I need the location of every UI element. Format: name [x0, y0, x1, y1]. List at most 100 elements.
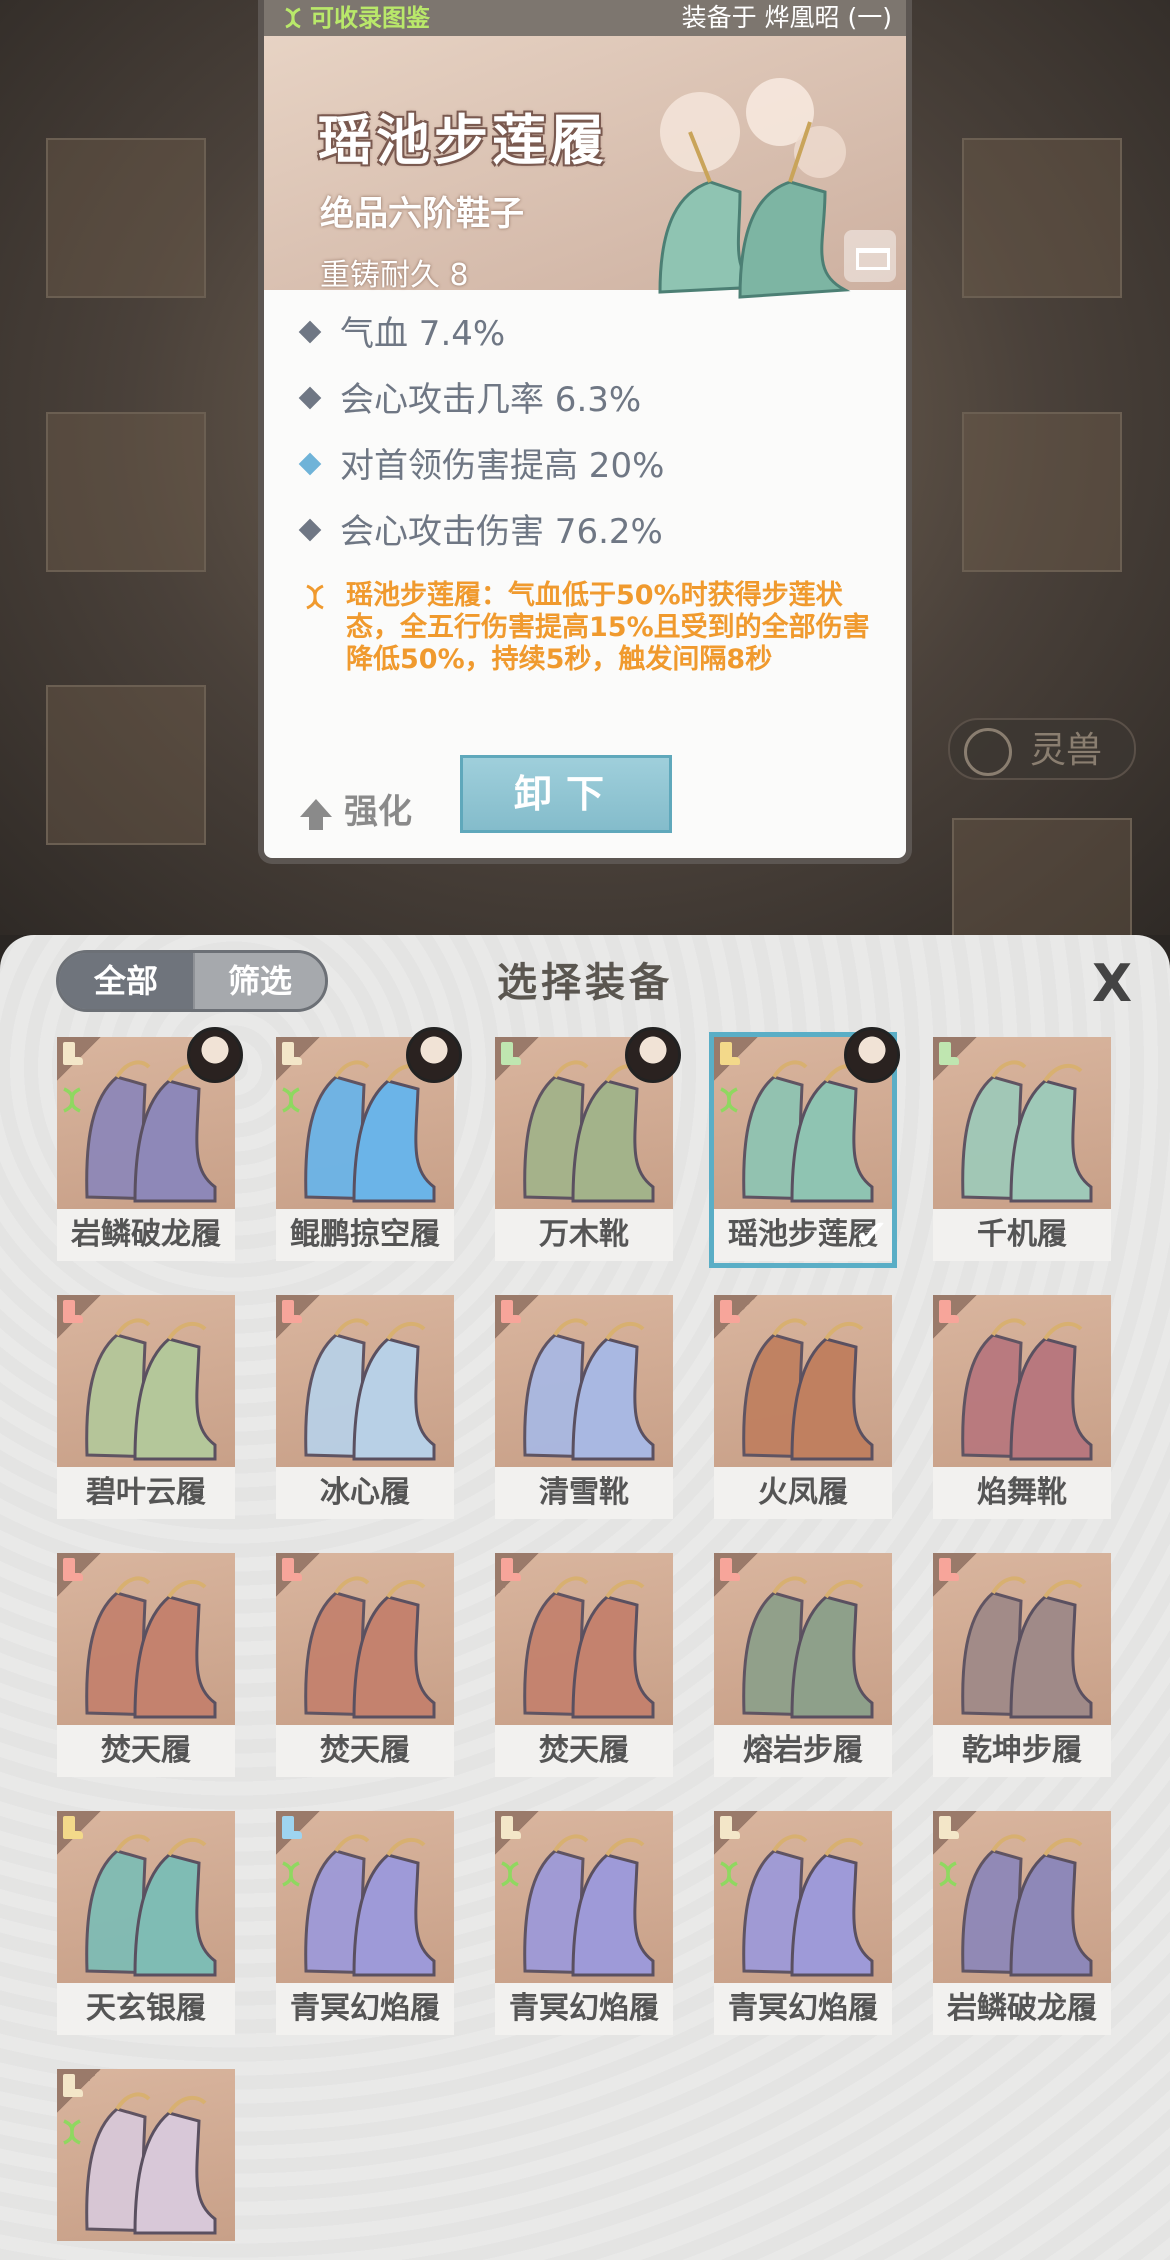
- collectible-label: 可收录图鉴: [310, 4, 430, 32]
- stat-text: 对首领伤害提高 20%: [340, 446, 665, 486]
- card-header: 瑶池步莲履 绝品六阶鞋子 重铸耐久 8: [264, 36, 906, 299]
- item-artwork: [658, 78, 851, 299]
- equipped-on-label: 装备于 烨凰昭 (一): [681, 3, 892, 32]
- close-button[interactable]: X: [1088, 957, 1136, 1011]
- equipment-name: 冰心履: [276, 1467, 454, 1519]
- collection-dna-icon: [720, 1087, 738, 1113]
- equipment-tile[interactable]: 万木靴: [495, 1027, 681, 1263]
- effect-description: 瑶池步莲履：气血低于50%时获得步莲状态，全五行伤害提高15%且受到的全部伤害降…: [346, 580, 870, 675]
- set-effect-text: 瑶池步莲履：气血低于50%时获得步莲状态，全五行伤害提高15%且受到的全部伤害降…: [302, 580, 882, 676]
- selected-check-icon: ✔: [854, 1212, 888, 1258]
- collection-dna-icon: [63, 2119, 81, 2145]
- equipment-name: 岩鳞破龙履: [933, 1983, 1111, 2035]
- equipment-name: 岩鳞破龙履: [57, 1209, 235, 1261]
- boots-grade-icon: [714, 1811, 758, 1855]
- boots-grade-icon: [57, 1553, 101, 1597]
- equipment-name: 乾坤步履: [933, 1725, 1111, 1777]
- bg-slot-accessory[interactable]: [46, 685, 206, 845]
- collection-dna-icon: [282, 1087, 300, 1113]
- panel-title: 选择装备: [497, 960, 673, 1006]
- equipment-tile[interactable]: 焚天履: [57, 1553, 235, 1779]
- boots-grade-icon: [714, 1295, 758, 1339]
- diamond-bullet-icon: [298, 386, 322, 410]
- equipment-name: 鲲鹏掠空履: [276, 1209, 454, 1261]
- diamond-bullet-icon: [298, 518, 322, 542]
- diamond-bullet-icon: [298, 452, 322, 476]
- equipment-name: 天玄银履: [57, 1983, 235, 2035]
- unequip-button[interactable]: 卸下: [460, 755, 672, 833]
- equipment-tile[interactable]: 青冥幻焰履: [714, 1811, 892, 2037]
- equipment-tile[interactable]: 乾坤步履: [933, 1553, 1111, 1779]
- equipment-name: 焚天履: [495, 1725, 673, 1777]
- boots-grade-icon: [57, 1037, 101, 1081]
- equipment-select-panel: 全部 筛选 选择装备 X 岩鳞破龙履 鲲鹏掠空履 万木靴 瑶池步莲履 ✔ 千机履 碧叶云履冰…: [0, 935, 1170, 2260]
- diamond-bullet-icon: [298, 320, 322, 344]
- item-detail-card: 可收录图鉴 装备于 烨凰昭 (一) 瑶池步莲履 绝品六阶鞋子 重铸耐久 8 气血…: [258, 0, 912, 864]
- boots-grade-icon: [276, 1553, 320, 1597]
- owner-avatar: [406, 1027, 462, 1083]
- arrow-up-icon: [300, 799, 332, 830]
- equipment-tile[interactable]: 清雪靴: [495, 1295, 673, 1521]
- effect-dna-icon: [306, 584, 324, 610]
- bg-slot-armor[interactable]: [46, 412, 206, 572]
- enhance-label: 强化: [344, 792, 412, 832]
- card-top-bar: 可收录图鉴 装备于 烨凰昭 (一): [264, 0, 906, 36]
- spirit-beast-label: 灵兽: [1030, 730, 1103, 771]
- boots-grade-icon: [276, 1037, 320, 1081]
- equipment-name: 火凤履: [714, 1467, 892, 1519]
- equipment-tile[interactable]: 火凤履: [714, 1295, 892, 1521]
- boots-grade-icon: [57, 1811, 101, 1855]
- equipment-name: 焚天履: [276, 1725, 454, 1777]
- boots-grade-icon: [57, 1295, 101, 1339]
- equipment-name: 清雪靴: [495, 1467, 673, 1519]
- boots-grade-icon: [495, 1553, 539, 1597]
- equipment-name: 青冥幻焰履: [495, 1983, 673, 2035]
- collectible-badge[interactable]: 可收录图鉴: [282, 2, 430, 34]
- owner-avatar: [187, 1027, 243, 1083]
- collection-dna-icon: [63, 1087, 81, 1113]
- equipment-tile[interactable]: 焚天履: [276, 1553, 454, 1779]
- tag-icon[interactable]: [844, 230, 896, 282]
- collection-dna-icon: [939, 1861, 957, 1887]
- collection-dna-icon: [282, 1861, 300, 1887]
- spirit-beast-button[interactable]: 灵兽: [948, 718, 1136, 780]
- equipment-tile[interactable]: 天玄银履: [57, 1811, 235, 2037]
- equipment-tile[interactable]: 熔岩步履: [714, 1553, 892, 1779]
- boots-grade-icon: [933, 1553, 977, 1597]
- equipment-name: 碧叶云履: [57, 1467, 235, 1519]
- equipment-tile[interactable]: [57, 2069, 235, 2260]
- equipment-tile[interactable]: 青冥幻焰履: [276, 1811, 454, 2037]
- stat-row: 会心攻击伤害 76.2%: [298, 510, 663, 554]
- stat-row: 气血 7.4%: [298, 312, 506, 356]
- equipment-name: 千机履: [933, 1209, 1111, 1261]
- stat-row: 会心攻击几率 6.3%: [298, 378, 641, 422]
- bg-slot-helmet[interactable]: [962, 138, 1122, 298]
- equipment-tile[interactable]: 鲲鹏掠空履: [276, 1027, 462, 1263]
- bg-slot-belt[interactable]: [962, 412, 1122, 572]
- enhance-button[interactable]: 强化: [300, 790, 412, 834]
- bg-slot-weapon[interactable]: [46, 138, 206, 298]
- equipment-tile[interactable]: 冰心履: [276, 1295, 454, 1521]
- boots-grade-icon: [933, 1037, 977, 1081]
- spirit-beast-icon: [964, 728, 1012, 776]
- equipment-tile[interactable]: 碧叶云履: [57, 1295, 235, 1521]
- stat-text: 会心攻击伤害 76.2%: [340, 512, 663, 552]
- item-name: 瑶池步莲履: [318, 109, 608, 172]
- equipment-tile[interactable]: 瑶池步莲履 ✔: [709, 1027, 900, 1268]
- equipment-name: 熔岩步履: [714, 1725, 892, 1777]
- bg-slot-boots[interactable]: [952, 818, 1132, 938]
- stat-text: 气血 7.4%: [340, 314, 506, 354]
- equipment-tile[interactable]: 焚天履: [495, 1553, 673, 1779]
- boots-grade-icon: [495, 1037, 539, 1081]
- equipment-tile[interactable]: 岩鳞破龙履: [933, 1811, 1111, 2037]
- owner-avatar: [625, 1027, 681, 1083]
- equipment-tile[interactable]: 青冥幻焰履: [495, 1811, 673, 2037]
- equipment-tile[interactable]: 岩鳞破龙履: [57, 1027, 243, 1263]
- equipment-tile[interactable]: 千机履: [933, 1037, 1111, 1263]
- collection-dna-icon: [720, 1861, 738, 1887]
- equipment-tile[interactable]: 焰舞靴: [933, 1295, 1111, 1521]
- boots-grade-icon: [714, 1553, 758, 1597]
- collection-dna-icon: [501, 1861, 519, 1887]
- item-durability: 重铸耐久 8: [320, 258, 469, 293]
- owner-avatar: [844, 1027, 900, 1083]
